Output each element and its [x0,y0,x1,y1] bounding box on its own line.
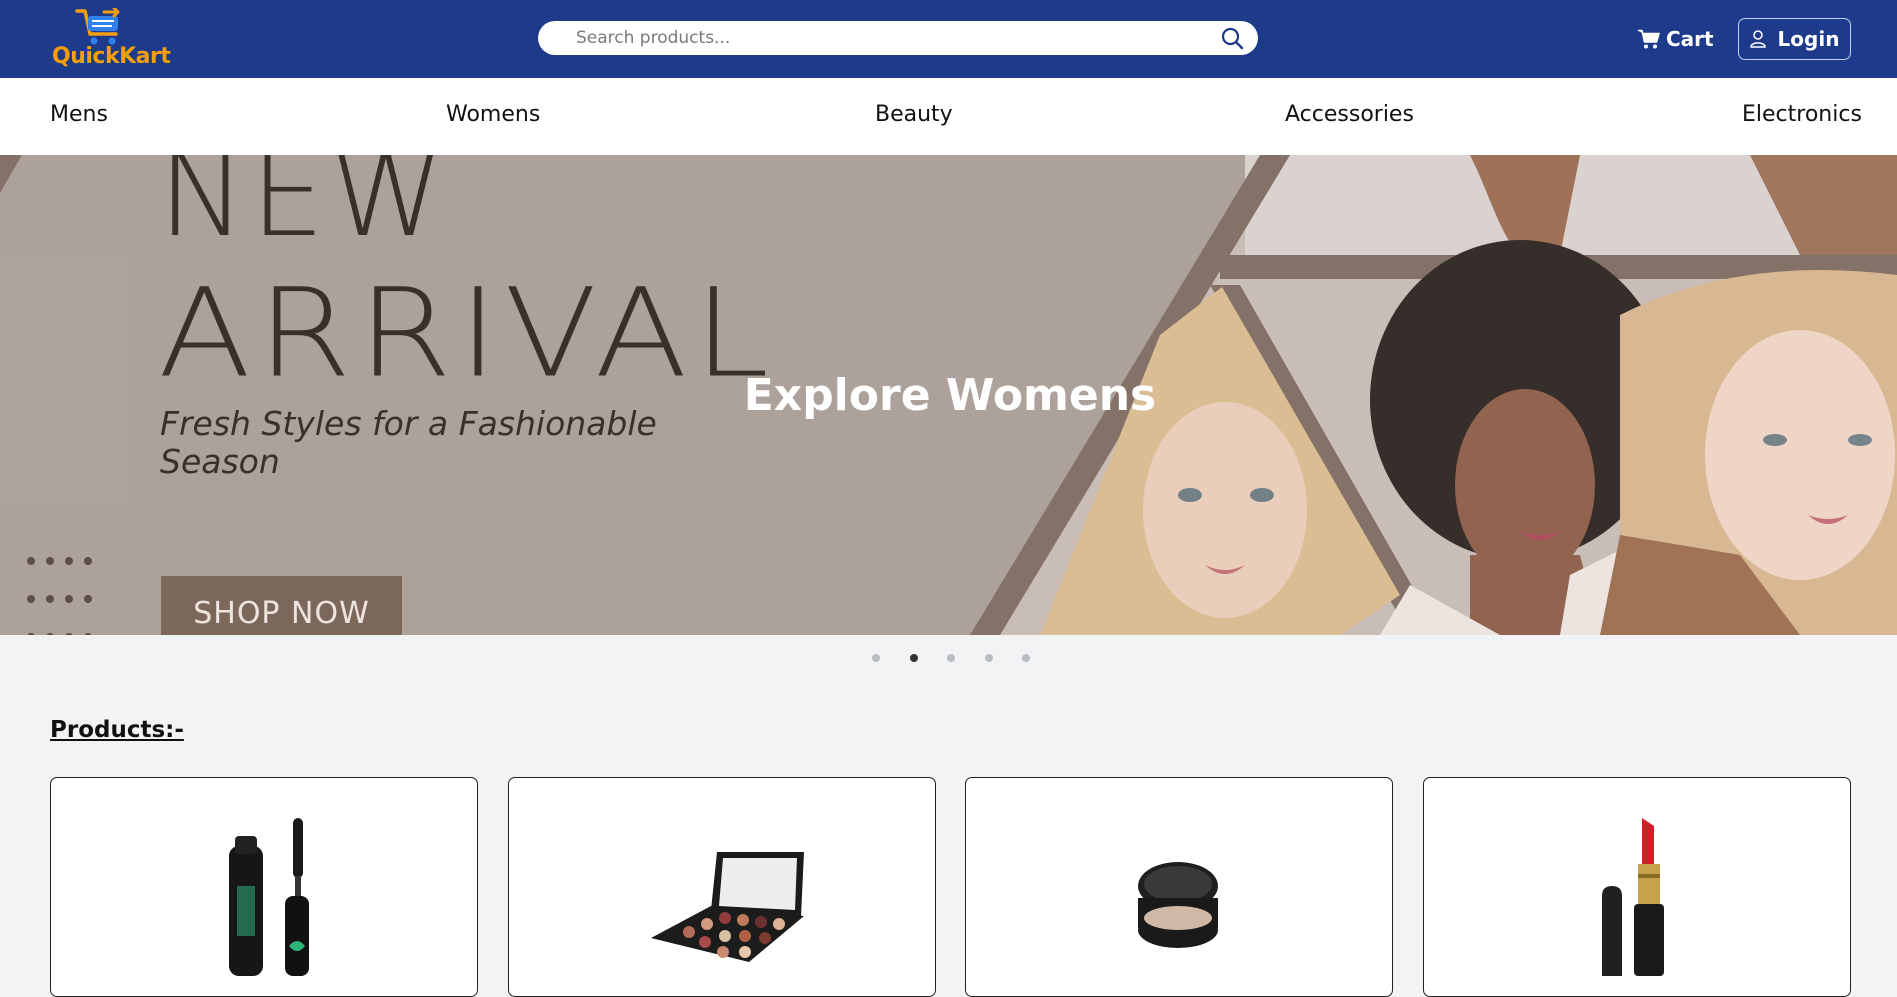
product-card[interactable] [965,777,1393,997]
product-card[interactable] [508,777,936,997]
login-button[interactable]: Login [1738,18,1851,60]
mascara-icon [229,818,309,976]
login-label: Login [1777,27,1840,51]
search-bar [538,21,1258,55]
category-nav: Mens Womens Beauty Accessories Electroni… [0,78,1897,155]
search-input[interactable] [576,21,1196,55]
cart-logo-icon [75,8,120,45]
search-icon [1221,27,1244,50]
nav-item-accessories[interactable]: Accessories [1285,102,1414,127]
hero-banner[interactable]: NEW ARRIVAL Fresh Styles for a Fashionab… [0,155,1897,635]
search-button[interactable] [1220,26,1244,50]
shopping-cart-icon [1638,29,1660,49]
carousel-dot[interactable] [1022,654,1030,662]
nav-item-beauty[interactable]: Beauty [875,102,953,127]
carousel-dot-active[interactable] [910,654,918,662]
compact-powder-icon [1138,862,1218,948]
carousel-dot[interactable] [985,654,993,662]
cart-label: Cart [1666,27,1714,51]
nav-item-mens[interactable]: Mens [50,102,108,127]
banner-overlay-title: Explore Womens [743,370,1157,421]
cart-button[interactable]: Cart [1638,24,1714,54]
dot-pattern-icon [27,557,92,635]
carousel-dot[interactable] [947,654,955,662]
product-card[interactable] [50,777,478,997]
shop-now-button[interactable]: SHOP NOW [161,576,402,635]
user-icon [1749,30,1766,48]
nav-item-womens[interactable]: Womens [446,102,540,127]
product-card[interactable] [1423,777,1851,997]
eyeshadow-palette-icon [651,852,804,962]
products-heading: Products:- [50,717,184,743]
banner-headline-new: NEW [158,155,450,263]
logo-text: QuickKart [52,44,171,69]
lipstick-icon [1602,818,1664,976]
carousel-dot[interactable] [872,654,880,662]
carousel-indicators [0,654,1897,664]
nav-item-electronics[interactable]: Electronics [1742,102,1862,127]
site-header: QuickKart Cart Login [0,0,1897,78]
quickkart-logo[interactable]: QuickKart [52,8,172,70]
